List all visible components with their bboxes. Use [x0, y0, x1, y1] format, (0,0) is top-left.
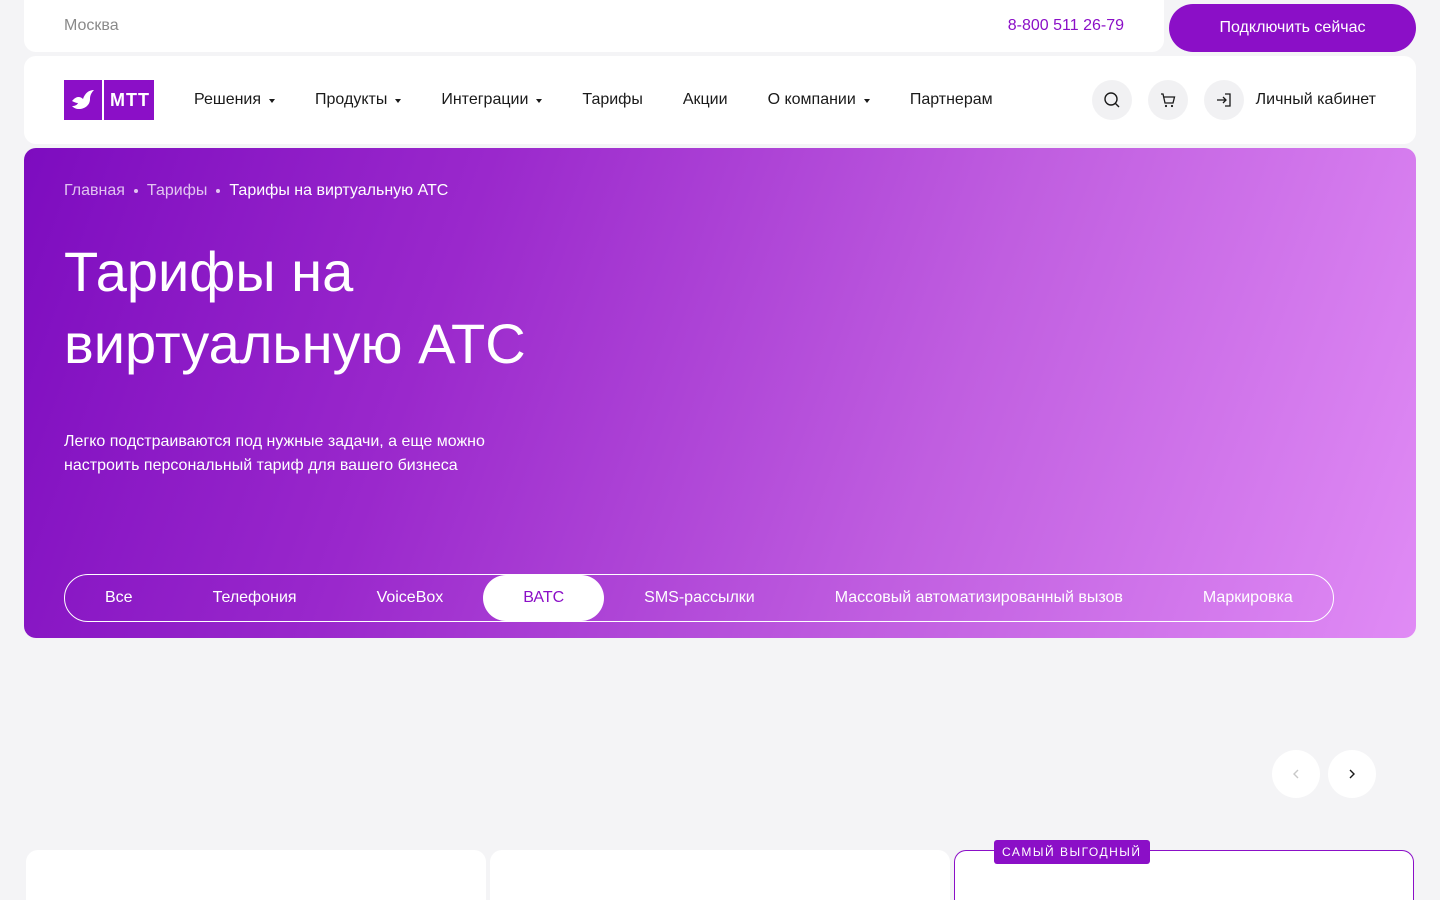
page-description: Легко подстраиваются под нужные задачи, …	[64, 433, 485, 474]
nav-actions: Личный кабинет	[1076, 80, 1376, 120]
main-navbar: МТТ Решения Продукты Интеграции Тарифы А…	[24, 56, 1416, 144]
hero-banner: Главная Тарифы Тарифы на виртуальную АТС…	[24, 148, 1416, 638]
phone-link[interactable]: 8-800 511 26-79	[1008, 17, 1124, 35]
nav-item-about[interactable]: О компании	[768, 91, 870, 109]
tab-voicebox[interactable]: VoiceBox	[337, 575, 484, 621]
tab-vats[interactable]: ВАТС	[483, 575, 605, 621]
logo-text: МТТ	[110, 89, 150, 110]
chevron-right-icon	[1349, 769, 1355, 779]
breadcrumb-separator	[216, 189, 221, 193]
breadcrumb-tariffs[interactable]: Тарифы	[147, 182, 207, 200]
tab-sms[interactable]: SMS-рассылки	[604, 575, 795, 621]
nav-item-tariffs[interactable]: Тарифы	[582, 91, 642, 109]
mtt-logo[interactable]: МТТ	[64, 80, 154, 120]
nav-item-products[interactable]: Продукты	[315, 91, 402, 109]
nav-item-integrations[interactable]: Интеграции	[441, 91, 543, 109]
nav-item-promos[interactable]: Акции	[683, 91, 728, 109]
breadcrumb-current: Тарифы на виртуальную АТС	[229, 182, 449, 199]
tab-all[interactable]: Все	[65, 575, 173, 621]
breadcrumb-separator	[133, 189, 138, 193]
breadcrumb: Главная Тарифы Тарифы на виртуальную АТС	[64, 182, 448, 200]
chevron-left-icon	[1293, 769, 1299, 779]
caret-down-icon	[863, 99, 870, 103]
breadcrumb-home[interactable]: Главная	[64, 182, 125, 200]
caret-down-icon	[536, 99, 543, 103]
personal-account-link[interactable]: Личный кабинет	[1256, 91, 1376, 109]
tab-telephony[interactable]: Телефония	[173, 575, 337, 621]
nav-item-solutions[interactable]: Решения	[194, 91, 276, 109]
top-bar: Москва 8-800 511 26-79	[24, 0, 1164, 52]
tariff-category-tabs: Все Телефония VoiceBox ВАТС SMS-рассылки…	[64, 574, 1334, 622]
tab-marking[interactable]: Маркировка	[1163, 575, 1333, 621]
caret-down-icon	[395, 99, 402, 103]
best-value-badge: САМЫЙ ВЫГОДНЫЙ	[994, 840, 1150, 864]
search-icon[interactable]	[1091, 80, 1132, 120]
tariff-card[interactable]	[490, 850, 950, 900]
nav-item-partners[interactable]: Партнерам	[910, 91, 993, 109]
caret-down-icon	[269, 99, 276, 103]
login-icon[interactable]	[1203, 80, 1244, 120]
connect-now-button[interactable]: Подключить сейчас	[1169, 4, 1416, 52]
cart-icon[interactable]	[1147, 80, 1188, 120]
page-title: Тарифы на виртуальную АТС	[64, 240, 526, 375]
tab-mass-call[interactable]: Массовый автоматизированный вызов	[795, 575, 1163, 621]
city-selector[interactable]: Москва	[64, 17, 119, 35]
nav-menu: Решения Продукты Интеграции Тарифы Акции…	[194, 91, 1033, 109]
bird-logo-icon	[64, 80, 104, 120]
carousel-next-button[interactable]	[1328, 750, 1376, 798]
tariff-card[interactable]	[26, 850, 486, 900]
carousel-prev-button[interactable]	[1272, 750, 1320, 798]
